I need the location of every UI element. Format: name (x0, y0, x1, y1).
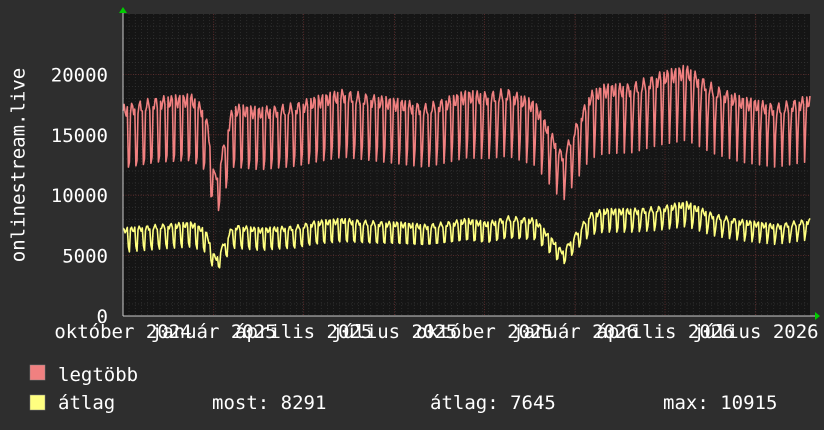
legend-label-atlag: átlag (58, 392, 115, 414)
y-axis-label: onlinestream.live (8, 68, 30, 262)
legend: legtöbb átlag (29, 364, 138, 414)
stats: most: 8291 átlag: 7645 max: 10915 (212, 392, 777, 414)
y-tick-label: 5000 (62, 246, 108, 268)
y-tick-labels: 05000100001500020000 (51, 64, 108, 328)
x-tick-label: július 2026 (693, 321, 819, 343)
y-tick-label: 15000 (51, 125, 108, 147)
y-tick-label: 20000 (51, 64, 108, 86)
y-axis-arrow-icon (119, 7, 127, 13)
x-axis-arrow-icon (815, 312, 820, 320)
legend-swatch-atlag (29, 394, 46, 411)
x-tick-labels: október 2024január 2025április 2025júliu… (54, 321, 818, 343)
chart: 05000100001500020000 október 2024január … (8, 7, 820, 414)
stat-max: max: 10915 (663, 392, 777, 414)
legend-swatch-legtobb (29, 364, 46, 381)
stat-atlag: átlag: 7645 (430, 392, 556, 414)
stat-most: most: 8291 (212, 392, 326, 414)
y-tick-label: 10000 (51, 185, 108, 207)
legend-label-legtobb: legtöbb (58, 364, 138, 386)
